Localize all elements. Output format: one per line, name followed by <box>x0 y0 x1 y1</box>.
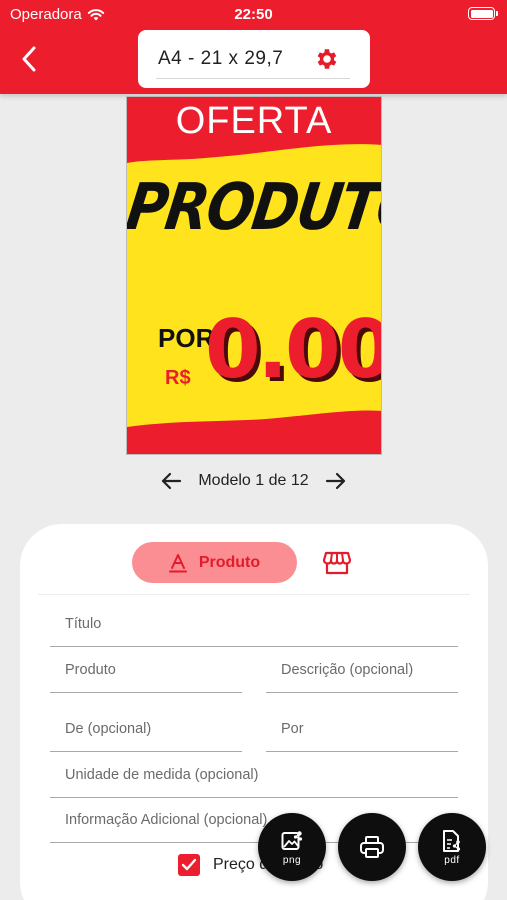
produto-placeholder: Produto <box>65 662 116 678</box>
de-placeholder: De (opcional) <box>65 721 152 737</box>
printer-icon <box>360 836 384 858</box>
battery-icon <box>468 7 498 20</box>
poster-product: PRODUTO <box>126 170 382 245</box>
text-format-icon <box>168 553 187 572</box>
export-pdf-button[interactable]: pdf <box>418 813 486 881</box>
descricao-field[interactable]: Descrição (opcional) <box>266 651 458 693</box>
titulo-field[interactable]: Título <box>50 605 458 647</box>
info-placeholder: Informação Adicional (opcional) <box>65 812 268 828</box>
poster-background <box>127 97 381 454</box>
produto-field[interactable]: Produto <box>50 651 242 693</box>
gear-icon[interactable] <box>314 46 340 72</box>
document-share-icon <box>443 829 461 852</box>
panel-divider <box>38 594 470 595</box>
check-icon <box>181 858 197 871</box>
arrow-left-icon <box>162 472 182 490</box>
app-header: Operadora 22:50 A4 - 21 x 29,7 <box>0 0 507 94</box>
tab-produto-label: Produto <box>198 553 261 571</box>
por-price-field[interactable]: Por <box>266 710 458 752</box>
back-button[interactable] <box>14 42 44 76</box>
previous-model-button[interactable] <box>158 468 184 494</box>
clock: 22:50 <box>234 6 273 23</box>
export-png-button[interactable]: png <box>258 813 326 881</box>
pdf-label: pdf <box>444 854 460 866</box>
poster-title: OFERTA <box>175 100 333 142</box>
store-icon[interactable] <box>322 548 352 578</box>
titulo-placeholder: Título <box>65 616 102 632</box>
model-navigator: Modelo 1 de 12 <box>0 466 507 496</box>
png-label: png <box>282 854 302 866</box>
next-model-button[interactable] <box>323 468 349 494</box>
descricao-placeholder: Descrição (opcional) <box>281 662 414 678</box>
page-size-label: A4 - 21 x 29,7 <box>158 48 284 69</box>
unidade-field[interactable]: Unidade de medida (opcional) <box>50 756 458 798</box>
status-bar: Operadora 22:50 <box>0 4 507 26</box>
model-counter: Modelo 1 de 12 <box>198 472 309 489</box>
unidade-placeholder: Unidade de medida (opcional) <box>65 767 259 783</box>
poster-price: 0.00 <box>205 303 382 396</box>
page-size-selector[interactable]: A4 - 21 x 29,7 <box>138 30 370 88</box>
poster-currency: R$ <box>165 367 191 389</box>
arrow-right-icon <box>325 472 345 490</box>
page-size-underline <box>156 78 350 79</box>
chevron-left-icon <box>22 46 36 72</box>
print-button[interactable] <box>338 813 406 881</box>
de-price-field[interactable]: De (opcional) <box>50 710 242 752</box>
por-placeholder: Por <box>281 721 304 737</box>
checkbox-checked[interactable] <box>178 854 200 876</box>
image-share-icon <box>281 830 303 850</box>
poster-preview[interactable]: OFERTA PRODUTO POR R$ 0.00 <box>126 96 382 455</box>
tab-produto[interactable]: Produto <box>132 542 297 583</box>
